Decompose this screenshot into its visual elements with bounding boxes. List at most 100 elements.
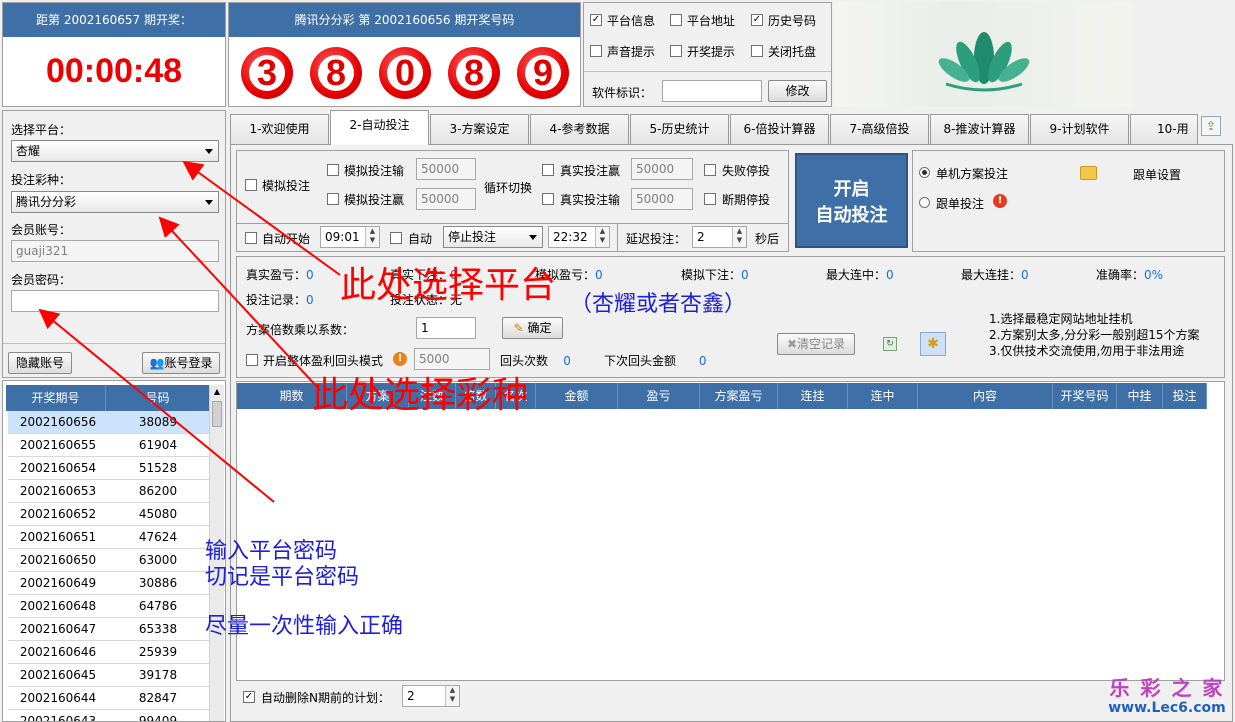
clear-records-button[interactable]: ✖清空记录 [777, 333, 855, 355]
grid-col-7[interactable]: 盈亏 [618, 383, 700, 409]
history-row[interactable]: 2002160645 39178 [8, 664, 211, 687]
tab-7[interactable]: 7-高级倍投 [830, 114, 929, 144]
single-plan-radio[interactable] [919, 167, 930, 178]
start-auto-bet-button[interactable]: 开启 自动投注 [795, 153, 908, 248]
real-bet-lose-label: 真实投注输 [560, 193, 621, 207]
grid-col-11[interactable]: 内容 [918, 383, 1053, 409]
login-panel: 选择平台： 杏耀 投注彩种： 腾讯分分彩 会员账号： guaji321 会员密码… [2, 110, 226, 378]
start-button-line2: 自动投注 [815, 205, 888, 226]
real-bet-win-input[interactable]: 50000 [631, 158, 693, 180]
folder-icon[interactable] [1080, 166, 1097, 180]
history-row[interactable]: 2002160648 64786 [8, 595, 211, 618]
grid-col-9[interactable]: 连挂 [778, 383, 848, 409]
stop-time-input[interactable]: 22:32 ▲ ▼ [548, 226, 610, 248]
export-icon[interactable]: ⇪ [1201, 116, 1221, 136]
real-bet-win-checkbox[interactable] [542, 164, 554, 176]
history-numbers-checkbox[interactable]: ✓ [751, 14, 763, 26]
software-id-input[interactable] [662, 80, 762, 102]
grid-col-14[interactable]: 投注 [1163, 383, 1207, 409]
history-row[interactable]: 2002160643 99409 [8, 710, 211, 721]
real-bet-win-label: 真实投注赢 [560, 164, 621, 178]
tab-8[interactable]: 8-推波计算器 [930, 114, 1029, 144]
modify-button[interactable]: 修改 [768, 80, 827, 102]
auto-delete-input[interactable]: 2 ▲ ▼ [402, 685, 460, 707]
fail-stop-checkbox[interactable] [704, 164, 716, 176]
account-input[interactable]: guaji321 [11, 240, 219, 262]
loop-switch-label: 循环切换 [484, 181, 533, 195]
tab-10[interactable]: 10-用户 [1130, 114, 1198, 144]
grid-col-10[interactable]: 连中 [848, 383, 918, 409]
sim-bet-lose-label: 模拟投注输 [344, 164, 405, 178]
history-row[interactable]: 2002160656 38089 [8, 411, 211, 434]
auto-delete-checkbox[interactable]: ✓ [243, 691, 255, 703]
password-input[interactable] [11, 290, 219, 312]
follow-settings-label[interactable]: 跟单设置 [1133, 166, 1181, 183]
puzzle-icon[interactable]: ✱ [920, 332, 946, 356]
sim-bet-win-input[interactable]: 50000 [416, 188, 476, 210]
history-number: 39178 [138, 668, 178, 682]
real-bet-lose-input[interactable]: 50000 [631, 188, 693, 210]
sound-alert-checkbox[interactable] [590, 45, 602, 57]
history-row[interactable]: 2002160652 45080 [8, 503, 211, 526]
auto-start-time-input[interactable]: 09:01 ▲ ▼ [320, 226, 380, 248]
history-number: 63000 [138, 553, 178, 567]
confirm-button[interactable]: ✎ 确定 [502, 317, 563, 339]
tab-3[interactable]: 3-方案设定 [430, 114, 529, 144]
next-rollback: 下次回头金额 0 [604, 354, 707, 368]
auto-checkbox[interactable] [390, 232, 402, 244]
sim-bet-win-checkbox[interactable] [327, 193, 339, 205]
platform-info-checkbox[interactable]: ✓ [590, 14, 602, 26]
history-number: 86200 [138, 484, 178, 498]
history-row[interactable]: 2002160655 61904 [8, 434, 211, 457]
note-2: 2.方案别太多,分分彩一般别超15个方案 [989, 328, 1200, 342]
platform-select[interactable]: 杏耀 [11, 140, 219, 162]
grid-col-12[interactable]: 开奖号码 [1053, 383, 1117, 409]
grid-col-8[interactable]: 方案盈亏 [700, 383, 778, 409]
tab-1[interactable]: 1-欢迎使用 [230, 114, 329, 144]
scroll-thumb[interactable] [212, 401, 222, 427]
draw-panel: 腾讯分分彩 第 2002160656 期开奖号码 3 8 0 8 9 [228, 2, 581, 107]
history-row[interactable]: 2002160653 86200 [8, 480, 211, 503]
history-row[interactable]: 2002160651 47624 [8, 526, 211, 549]
grid-col-6[interactable]: 金额 [536, 383, 618, 409]
history-number: 64786 [138, 599, 178, 613]
break-stop-checkbox[interactable] [704, 193, 716, 205]
history-number: 25939 [138, 645, 178, 659]
history-row[interactable]: 2002160647 65338 [8, 618, 211, 641]
tab-2[interactable]: 2-自动投注 [330, 110, 429, 145]
draw-alert-checkbox[interactable] [670, 45, 682, 57]
history-row[interactable]: 2002160649 30886 [8, 572, 211, 595]
close-tray-checkbox[interactable] [751, 45, 763, 57]
password-label: 会员密码： [11, 273, 72, 287]
login-button[interactable]: 👥账号登录 [142, 352, 220, 374]
delay-input[interactable]: 2 ▲ ▼ [692, 226, 747, 248]
follow-bet-radio[interactable] [919, 197, 930, 208]
real-bet-lose-checkbox[interactable] [542, 193, 554, 205]
clear-icon: ✖ [786, 337, 798, 351]
tab-9[interactable]: 9-计划软件 [1030, 114, 1129, 144]
annotation-select-platform: 此处选择平台 [340, 265, 557, 306]
history-row[interactable]: 2002160654 51528 [8, 457, 211, 480]
tab-5[interactable]: 5-历史统计 [630, 114, 729, 144]
scroll-up-arrow-icon[interactable]: ▲ [210, 385, 224, 399]
refresh-icon[interactable]: ↻ [883, 337, 897, 351]
history-row[interactable]: 2002160646 25939 [8, 641, 211, 664]
sim-bet-lose-checkbox[interactable] [327, 164, 339, 176]
sim-bet-lose-input[interactable]: 50000 [416, 158, 476, 180]
grid-col-13[interactable]: 中挂 [1117, 383, 1163, 409]
sim-bet-checkbox[interactable] [245, 179, 257, 191]
hide-account-button[interactable]: 隐藏账号 [8, 352, 72, 374]
stop-mode-select[interactable]: 停止投注 [443, 226, 543, 248]
lottery-select[interactable]: 腾讯分分彩 [11, 191, 219, 213]
notes: 1.选择最稳定网站地址挂机 2.方案别太多,分分彩一般别超15个方案 3.仅供技… [989, 311, 1200, 359]
tab-4[interactable]: 4-参考数据 [530, 114, 629, 144]
auto-start-checkbox[interactable] [245, 232, 257, 244]
max-miss: 最大连挂：0 [961, 268, 1029, 282]
history-row[interactable]: 2002160650 63000 [8, 549, 211, 572]
rollback-checkbox[interactable] [246, 354, 258, 366]
multiplier-input[interactable]: 1 [416, 317, 476, 339]
draw-ball-1: 3 [241, 47, 293, 99]
history-row[interactable]: 2002160644 82847 [8, 687, 211, 710]
platform-address-checkbox[interactable] [670, 14, 682, 26]
tab-6[interactable]: 6-倍投计算器 [730, 114, 829, 144]
